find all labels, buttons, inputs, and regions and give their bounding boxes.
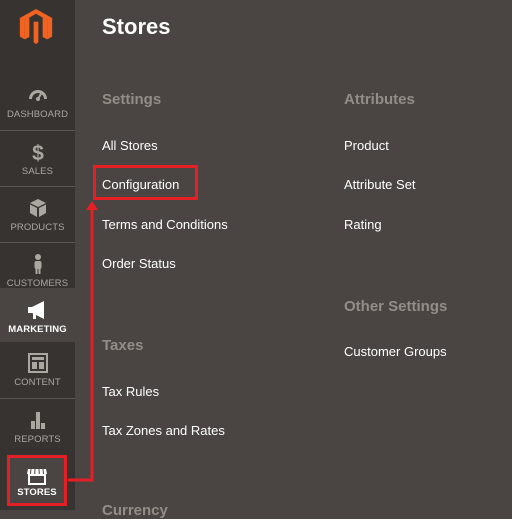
- annotation-arrow: [0, 0, 512, 510]
